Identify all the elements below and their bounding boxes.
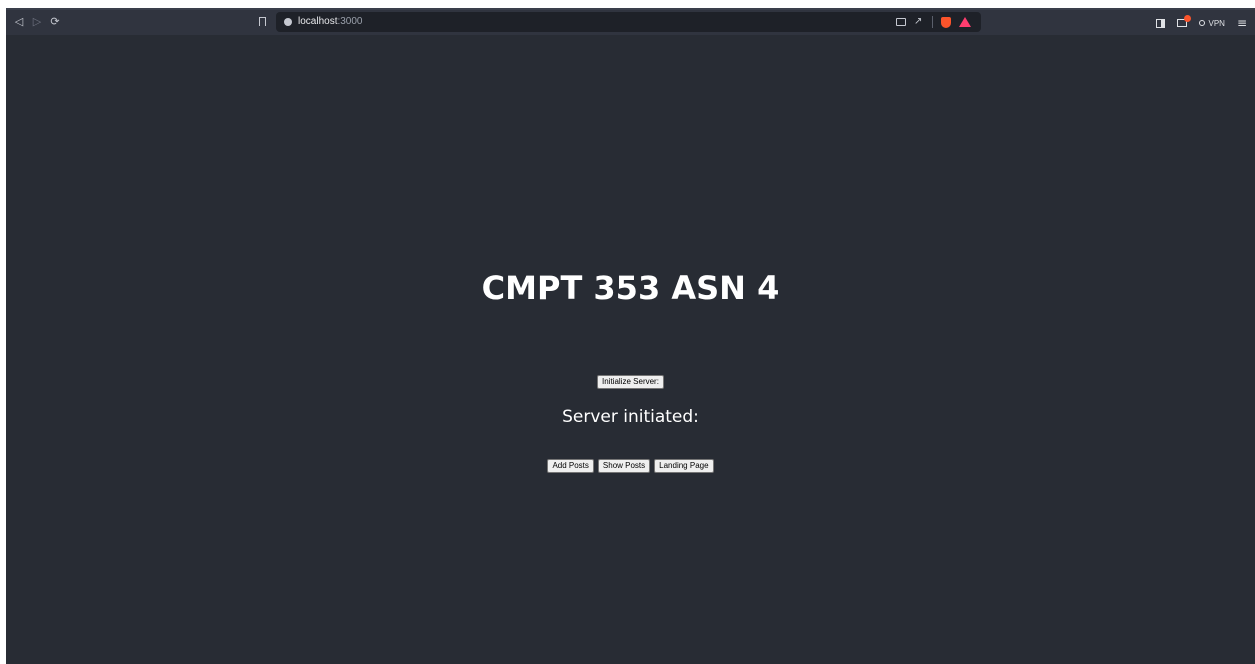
page-content: CMPT 353 ASN 4 Initialize Server: Server… [6,35,1255,664]
landing-page-button[interactable]: Landing Page [654,459,714,473]
browser-toolbar: ◁ ▷ ⟳ localhost:3000 ↗ VPN ≡ [6,10,1255,35]
add-posts-button[interactable]: Add Posts [547,459,594,473]
reload-icon[interactable]: ⟳ [48,15,62,29]
brave-shield-icon[interactable] [941,16,951,28]
initialize-server-button[interactable]: Initialize Server: [597,375,664,389]
back-arrow-icon[interactable]: ◁ [12,15,26,29]
url-host: localhost [298,16,338,27]
vpn-status-icon [1199,20,1206,26]
address-bar-actions: ↗ [896,15,971,29]
server-status-text: Server initiated: [562,407,699,427]
brave-rewards-icon[interactable] [959,17,971,27]
browser-window: ◁ ▷ ⟳ localhost:3000 ↗ VPN ≡ CMPT 353 AS… [6,8,1255,664]
sidebar-icon[interactable] [1156,18,1166,28]
share-icon[interactable]: ↗ [914,17,924,27]
page-title: CMPT 353 ASN 4 [481,269,780,307]
action-buttons: Add Posts Show Posts Landing Page [6,459,1255,473]
show-posts-button[interactable]: Show Posts [597,459,651,473]
cast-icon[interactable] [896,18,906,26]
url-text[interactable]: localhost:3000 [298,15,363,29]
address-bar-separator [932,16,933,28]
bookmark-icon[interactable] [259,17,266,29]
forward-arrow-icon[interactable]: ▷ [30,15,44,29]
vpn-button[interactable]: VPN [1199,18,1225,28]
address-bar[interactable]: localhost:3000 ↗ [276,12,981,32]
toolbar-right-icons: VPN ≡ [1156,15,1247,31]
wallet-icon[interactable] [1177,15,1192,27]
init-row: Initialize Server: [6,371,1255,389]
menu-icon[interactable]: ≡ [1237,17,1247,29]
vpn-label: VPN [1208,18,1225,28]
site-info-icon[interactable] [284,18,292,26]
url-port: :3000 [337,16,363,27]
